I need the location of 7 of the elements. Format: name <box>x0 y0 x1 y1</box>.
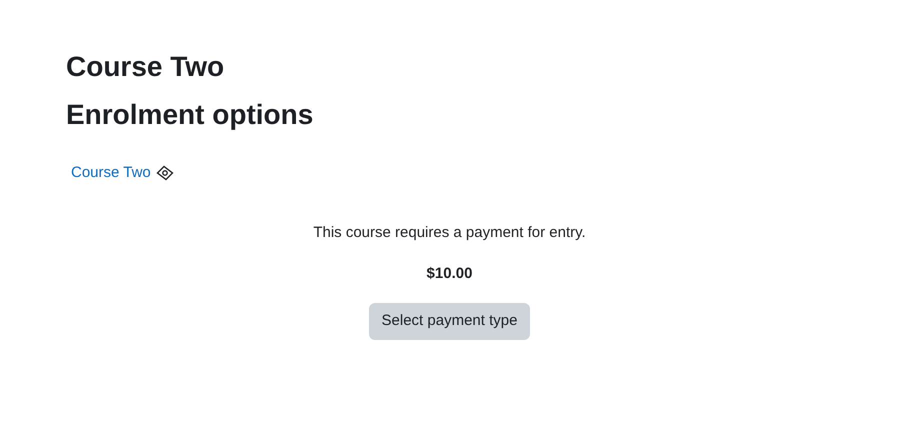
course-link[interactable]: Course Two <box>71 162 151 184</box>
ticket-icon <box>156 165 174 182</box>
page-title: Course Two <box>66 50 224 84</box>
payment-message: This course requires a payment for entry. <box>313 222 586 242</box>
select-payment-button[interactable]: Select payment type <box>368 302 530 340</box>
price: $10.00 <box>426 264 472 284</box>
section-title: Enrolment options <box>66 98 314 132</box>
